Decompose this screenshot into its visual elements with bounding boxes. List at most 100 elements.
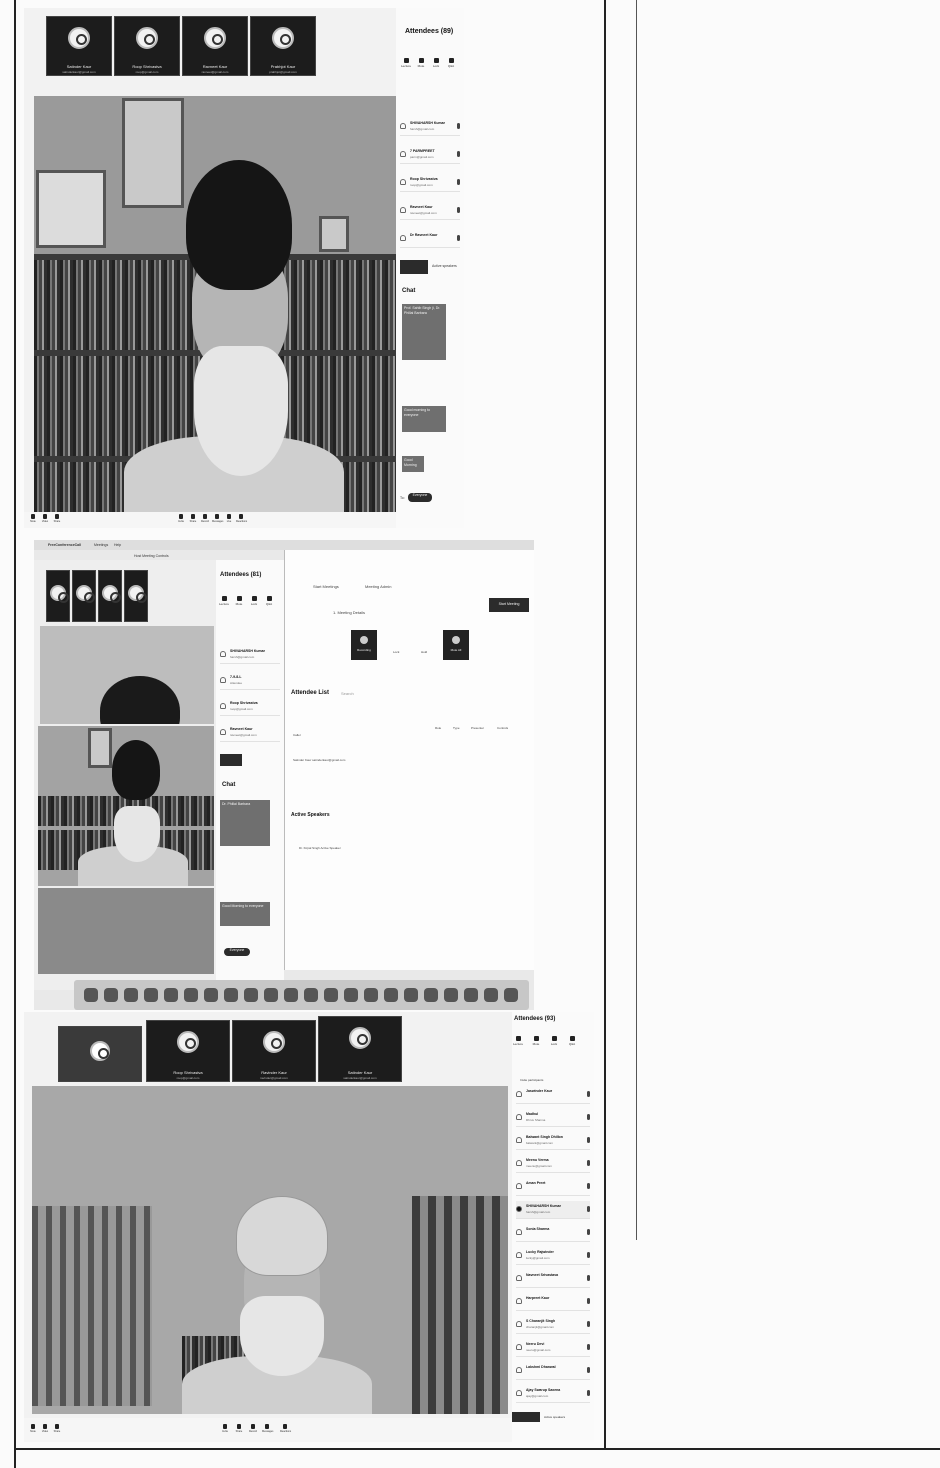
chat-recipient-select[interactable]: Everyone (408, 493, 432, 502)
participant-tile[interactable]: Satinder Kaur satinderkaur@gmail.com (318, 1016, 402, 1082)
mic-icon[interactable] (587, 1114, 590, 1120)
nav-meeting-admin[interactable]: Meeting Admin (365, 584, 391, 589)
dock-app-icon[interactable] (464, 988, 478, 1002)
invite-participants-link[interactable]: Invite participants (520, 1078, 543, 1082)
participant-tile[interactable]: Ravneet Kaur ravneet@gmail.com (182, 16, 248, 76)
participant-tile[interactable]: Roop Shrivastva roop@gmail.com (114, 16, 180, 76)
mic-icon[interactable] (587, 1160, 590, 1166)
dock-app-icon[interactable] (324, 988, 338, 1002)
lock-control[interactable]: Lock (248, 596, 260, 606)
mic-icon[interactable] (587, 1091, 590, 1097)
mute-control[interactable]: Mute (233, 596, 245, 606)
participant-row[interactable]: Lucky Rajwinder lucky@gmail.com (516, 1247, 590, 1265)
participant-tile[interactable] (98, 570, 122, 622)
mic-icon[interactable] (457, 123, 460, 129)
dock-app-icon[interactable] (404, 988, 418, 1002)
participant-row[interactable]: Ravneet Kaur ravneet@gmail.com (220, 724, 280, 742)
share-button[interactable]: Share (188, 514, 198, 523)
reactions-button[interactable]: Reactions (280, 1424, 291, 1433)
mic-icon[interactable] (587, 1206, 590, 1212)
participant-row[interactable]: 7 PARMPREET parm@gmail.com (400, 146, 460, 164)
participant-row[interactable]: Neeru Devi neeru@gmail.com (516, 1339, 590, 1357)
lecture-control[interactable]: Lecture (218, 596, 230, 606)
mute-control[interactable]: Mute (530, 1036, 542, 1046)
participant-row[interactable]: Balwant Singh Dhillon balwant@gmail.com (516, 1132, 590, 1150)
dock-app-icon[interactable] (444, 988, 458, 1002)
participant-row[interactable]: 7-9-8-L Attendee (220, 672, 280, 690)
participant-row[interactable]: Dr Ravneet Kaur (400, 230, 460, 248)
dock-app-icon[interactable] (164, 988, 178, 1002)
participant-row[interactable]: Roop Shrivastva roop@gmail.com (400, 174, 460, 192)
dock-app-icon[interactable] (364, 988, 378, 1002)
mic-icon[interactable] (457, 151, 460, 157)
dock-app-icon[interactable] (204, 988, 218, 1002)
reactions-button[interactable]: Reactions (236, 514, 247, 523)
attendee-search[interactable]: Search (341, 691, 354, 696)
record-button[interactable]: Record (200, 514, 210, 523)
recording-button[interactable]: Recording (351, 630, 377, 660)
messages-button[interactable]: Messages (212, 514, 223, 523)
mute-all-button[interactable]: Mute All (443, 630, 469, 660)
participant-tile[interactable]: Roop Shrivastva roop@gmail.com (146, 1020, 230, 1082)
participant-row[interactable]: SHIVAHARSH Kumar harsh@gmail.com (220, 646, 280, 664)
participant-row[interactable]: Roop Shrivastva roop@gmail.com (220, 698, 280, 716)
participant-row[interactable]: Harpreet Kaur (516, 1293, 590, 1311)
participant-row[interactable]: SHIVAHARSH Kumar harsh@gmail.com (516, 1201, 590, 1219)
qa-control[interactable]: Q&A (445, 58, 457, 68)
dock-app-icon[interactable] (484, 988, 498, 1002)
dock-app-icon[interactable] (224, 988, 238, 1002)
mic-icon[interactable] (587, 1137, 590, 1143)
qa-control[interactable]: Q&A (263, 596, 275, 606)
live-button[interactable]: Live (224, 514, 234, 523)
video-button[interactable]: Video (40, 514, 50, 523)
participant-row[interactable]: Madhul Dhruv Sharma (516, 1109, 590, 1127)
dock-app-icon[interactable] (344, 988, 358, 1002)
dock-app-icon[interactable] (144, 988, 158, 1002)
participant-row[interactable]: Ajay Swarup Saxena ajay@gmail.com (516, 1385, 590, 1403)
participant-tile[interactable]: Ravinder Kaur ravinder@gmail.com (232, 1020, 316, 1082)
participant-tile[interactable] (58, 1026, 142, 1082)
participant-tile[interactable] (124, 570, 148, 622)
lecture-control[interactable]: Lecture (400, 58, 412, 68)
speakers-toggle-button[interactable] (512, 1412, 540, 1422)
mic-icon[interactable] (587, 1183, 590, 1189)
share-screen-button[interactable]: Share (52, 514, 62, 523)
participant-tile[interactable] (72, 570, 96, 622)
mic-icon[interactable] (587, 1321, 590, 1327)
dock-app-icon[interactable] (384, 988, 398, 1002)
invite-button[interactable]: Invite (220, 1424, 230, 1433)
menu-meetings[interactable]: Meetings (94, 543, 108, 547)
video-button[interactable]: Video (40, 1424, 50, 1433)
dock-app-icon[interactable] (84, 988, 98, 1002)
dock-app-icon[interactable] (244, 988, 258, 1002)
hold-label[interactable]: Hold (421, 650, 427, 654)
participant-tile[interactable]: Satinder Kaur satinderkaur@gmail.com (46, 16, 112, 76)
dock-app-icon[interactable] (304, 988, 318, 1002)
mic-icon[interactable] (587, 1390, 590, 1396)
lock-control[interactable]: Lock (548, 1036, 560, 1046)
participant-row[interactable]: Meenu Verma meenu@gmail.com (516, 1155, 590, 1173)
speaker-row[interactable]: Dr. Kirpal Singh Active Speaker (299, 846, 341, 850)
dock-app-icon[interactable] (264, 988, 278, 1002)
mic-icon[interactable] (587, 1367, 590, 1373)
share-button[interactable]: Share (234, 1424, 244, 1433)
menu-help[interactable]: Help (114, 543, 121, 547)
mute-button[interactable]: Mute (28, 1424, 38, 1433)
dock-app-icon[interactable] (504, 988, 518, 1002)
participant-row[interactable]: Sonia Sharma (516, 1224, 590, 1242)
participant-row[interactable]: Navneet Srivastava (516, 1270, 590, 1288)
participant-tile[interactable] (46, 570, 70, 622)
qa-control[interactable]: Q&A (566, 1036, 578, 1046)
invite-button[interactable]: Invite (176, 514, 186, 523)
dock-app-icon[interactable] (104, 988, 118, 1002)
start-meeting-button[interactable]: Start Meeting (489, 598, 529, 612)
participant-row[interactable]: Ravneet Kaur ravneet@gmail.com (400, 202, 460, 220)
lock-control[interactable]: Lock (430, 58, 442, 68)
mic-icon[interactable] (457, 207, 460, 213)
dock-app-icon[interactable] (424, 988, 438, 1002)
messages-button[interactable]: Messages (262, 1424, 273, 1433)
speakers-toggle-button[interactable] (220, 754, 242, 766)
attendee-row[interactable]: Satinder Kaur satinderkaur@gmail.com (293, 758, 345, 762)
participant-row[interactable]: SHIVAHARSH Kumar harsh@gmail.com (400, 118, 460, 136)
participant-row[interactable]: Lakshmi Dhanwal (516, 1362, 590, 1380)
